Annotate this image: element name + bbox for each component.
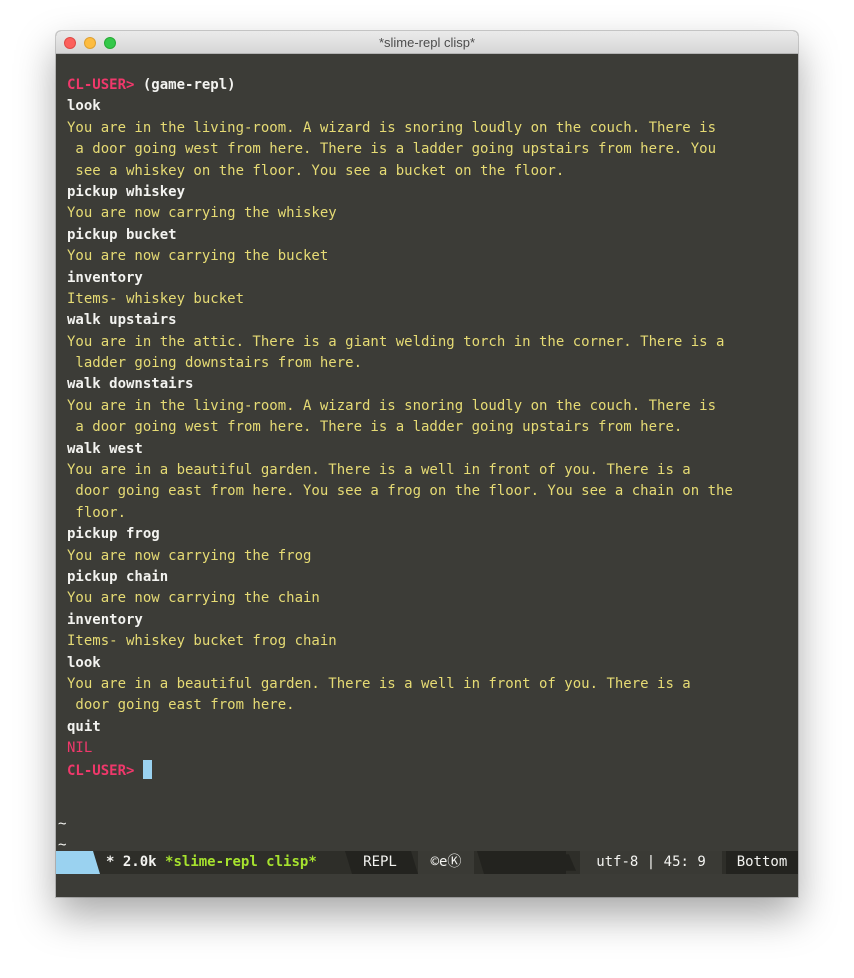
repl-output-text: You are in the living-room. A wizard is … bbox=[67, 119, 717, 136]
buffer-info-segment[interactable]: * 2.0k *slime-repl clisp* bbox=[102, 851, 346, 874]
buffer-name[interactable]: *slime-repl clisp* bbox=[165, 854, 317, 870]
repl-output-text: floor. bbox=[67, 504, 127, 521]
repl-output-text: You are in a beautiful garden. There is … bbox=[67, 462, 691, 479]
repl-line: walk upstairs bbox=[67, 310, 792, 331]
repl-line: You are now carrying the frog bbox=[67, 546, 792, 567]
separator-icon bbox=[477, 851, 484, 874]
emacs-window: *slime-repl clisp* CL-USER> (game-repl) l… bbox=[56, 31, 798, 897]
repl-input-text: pickup whiskey bbox=[67, 183, 186, 200]
repl-input-text: walk downstairs bbox=[67, 376, 194, 393]
repl-line: You are in the attic. There is a giant w… bbox=[67, 332, 792, 353]
repl-input-text: (game-repl) bbox=[134, 77, 236, 93]
cursor-position: 45: 9 bbox=[663, 854, 706, 870]
repl-line: pickup bucket bbox=[67, 225, 792, 246]
separator-icon bbox=[566, 854, 576, 871]
repl-output-text: You are now carrying the bucket bbox=[67, 248, 329, 265]
encoding[interactable]: utf-8 bbox=[596, 854, 638, 870]
repl-line: walk downstairs bbox=[67, 374, 792, 395]
mode-line: 1 * 2.0k *slime-repl clisp* REPL ©eⓀ utf… bbox=[56, 851, 798, 874]
repl-input-text: walk west bbox=[67, 440, 143, 457]
repl-output-text: ladder going downstairs from here. bbox=[67, 355, 363, 372]
repl-line: Items- whiskey bucket bbox=[67, 289, 792, 310]
window-number-segment: 1 bbox=[56, 851, 90, 874]
repl-line: You are in the living-room. A wizard is … bbox=[67, 118, 792, 139]
repl-output-text: a door going west from here. There is a … bbox=[67, 141, 717, 158]
repl-input-text: pickup bucket bbox=[67, 226, 177, 243]
repl-line: inventory bbox=[67, 610, 792, 631]
repl-output-text: You are now carrying the chain bbox=[67, 590, 320, 607]
repl-line: ladder going downstairs from here. bbox=[67, 353, 792, 374]
repl-output-text: You are in a beautiful garden. There is … bbox=[67, 675, 691, 692]
repl-input-text: quit bbox=[67, 718, 101, 735]
repl-output-text: a door going west from here. There is a … bbox=[67, 419, 683, 436]
repl-line: Items- whiskey bucket frog chain bbox=[67, 631, 792, 652]
position-separator: | bbox=[646, 854, 656, 870]
scroll-position: Bottom bbox=[726, 851, 798, 874]
repl-input-text: look bbox=[67, 654, 101, 671]
repl-line: door going east from here. bbox=[67, 695, 792, 716]
repl-line: pickup frog bbox=[67, 524, 792, 545]
repl-output-text: door going east from here. bbox=[67, 697, 295, 714]
modified-flag: * bbox=[106, 854, 115, 870]
separator-icon bbox=[408, 851, 418, 874]
repl-line: NIL bbox=[67, 738, 792, 759]
repl-prompt-line[interactable]: CL-USER> bbox=[67, 759, 792, 781]
repl-line: look bbox=[67, 653, 792, 674]
repl-line: look bbox=[67, 96, 792, 117]
repl-line: pickup chain bbox=[67, 567, 792, 588]
repl-prompt: CL-USER> bbox=[67, 762, 135, 779]
repl-line: a door going west from here. There is a … bbox=[67, 139, 792, 160]
repl-line: You are in the living-room. A wizard is … bbox=[67, 396, 792, 417]
repl-line: inventory bbox=[67, 268, 792, 289]
repl-input-text: look bbox=[67, 98, 101, 115]
repl-line: You are in a beautiful garden. There is … bbox=[67, 460, 792, 481]
repl-output-text: door going east from here. You see a fro… bbox=[67, 483, 733, 500]
empty-line-marker: ~ bbox=[58, 816, 67, 832]
position-segment[interactable]: utf-8 | 45: 9 bbox=[580, 851, 722, 874]
window-title: *slime-repl clisp* bbox=[378, 35, 476, 50]
repl-line: walk west bbox=[67, 439, 792, 460]
repl-line: You are now carrying the whiskey bbox=[67, 203, 792, 224]
separator-icon bbox=[345, 851, 352, 874]
repl-prompt: CL-USER> bbox=[67, 77, 135, 93]
repl-line: a door going west from here. There is a … bbox=[67, 417, 792, 438]
minor-modes[interactable]: ©eⓀ bbox=[418, 851, 474, 874]
major-mode[interactable]: REPL bbox=[352, 851, 408, 874]
repl-output-text: Items- whiskey bucket bbox=[67, 290, 245, 307]
repl-input-text: pickup frog bbox=[67, 526, 160, 543]
repl-output-text: Items- whiskey bucket frog chain bbox=[67, 633, 337, 650]
repl-line: CL-USER> (game-repl) bbox=[67, 75, 792, 96]
repl-line: door going east from here. You see a fro… bbox=[67, 481, 792, 502]
title-bar: *slime-repl clisp* bbox=[56, 31, 798, 54]
repl-input-text: inventory bbox=[67, 269, 143, 286]
repl-line: pickup whiskey bbox=[67, 182, 792, 203]
text-cursor[interactable] bbox=[142, 759, 152, 779]
repl-output-text: You are now carrying the frog bbox=[67, 547, 312, 564]
repl-line: You are in a beautiful garden. There is … bbox=[67, 674, 792, 695]
repl-input-text: pickup chain bbox=[67, 568, 169, 585]
repl-output-text: You are in the living-room. A wizard is … bbox=[67, 397, 717, 414]
separator-icon bbox=[90, 851, 100, 874]
repl-output-text: see a whiskey on the floor. You see a bu… bbox=[67, 162, 565, 179]
repl-line: quit bbox=[67, 717, 792, 738]
repl-buffer[interactable]: CL-USER> (game-repl) look You are in the l… bbox=[67, 75, 792, 781]
empty-segment bbox=[484, 851, 566, 874]
repl-line: You are now carrying the chain bbox=[67, 588, 792, 609]
repl-output-text: You are in the attic. There is a giant w… bbox=[67, 333, 725, 350]
repl-line: floor. bbox=[67, 503, 792, 524]
buffer-size: 2.0k bbox=[122, 854, 157, 870]
repl-line: see a whiskey on the floor. You see a bu… bbox=[67, 161, 792, 182]
repl-output-text: You are now carrying the whiskey bbox=[67, 205, 337, 222]
repl-return-value: NIL bbox=[67, 740, 93, 757]
repl-input-text: inventory bbox=[67, 611, 143, 628]
repl-line: You are now carrying the bucket bbox=[67, 246, 792, 267]
repl-input-text: walk upstairs bbox=[67, 312, 177, 329]
